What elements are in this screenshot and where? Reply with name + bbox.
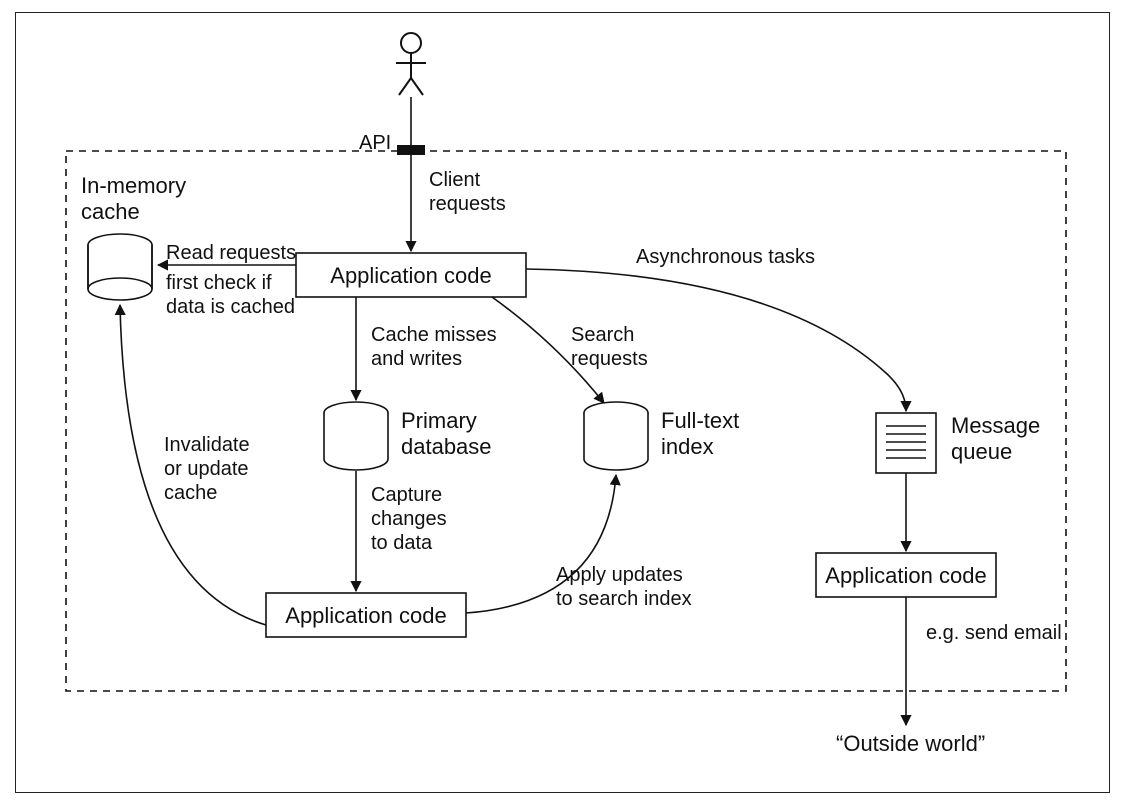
node-app-right-label: Application code xyxy=(821,563,991,589)
edge-capture-changes-label: Capture changes to data xyxy=(371,483,447,555)
node-cache xyxy=(88,234,152,300)
node-message-queue xyxy=(876,413,936,473)
edge-read-requests-label: Read requests xyxy=(166,241,296,265)
api-label: API xyxy=(359,131,391,155)
node-cache-label: In-memory cache xyxy=(81,173,186,226)
node-ft-index xyxy=(584,402,648,470)
edge-apply-updates-label: Apply updates to search index xyxy=(556,563,692,611)
edge-client-requests-label: Client requests xyxy=(429,168,506,216)
node-ft-index-label: Full-text index xyxy=(661,408,739,461)
edge-send-email-label: e.g. send email xyxy=(926,621,1062,645)
edge-async-tasks-label: Asynchronous tasks xyxy=(636,245,815,269)
node-primary-db xyxy=(324,402,388,470)
node-mq-label: Message queue xyxy=(951,413,1040,466)
edge-read-requests-note: first check if data is cached xyxy=(166,271,295,319)
node-app-top-label: Application code xyxy=(311,263,511,289)
node-app-mid-label: Application code xyxy=(276,603,456,629)
node-outside-label: “Outside world” xyxy=(836,731,985,757)
edge-search-requests-label: Search requests xyxy=(571,323,648,371)
actor-icon xyxy=(396,33,426,95)
edge-cache-misses-label: Cache misses and writes xyxy=(371,323,497,371)
node-primary-db-label: Primary database xyxy=(401,408,492,461)
edge-invalidate-cache-label: Invalidate or update cache xyxy=(164,433,250,505)
diagram-frame: API Client requests In-memory cache Appl… xyxy=(15,12,1110,793)
diagram-svg xyxy=(16,13,1111,794)
